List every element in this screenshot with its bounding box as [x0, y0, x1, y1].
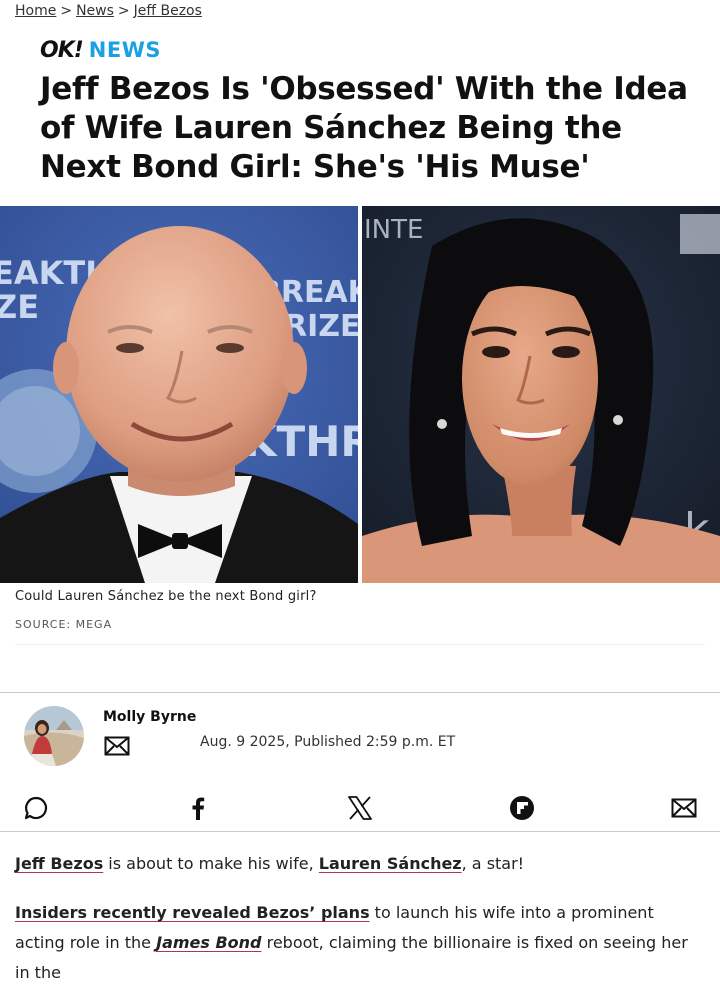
ok-logo-text: OK!: [40, 37, 84, 63]
author-name[interactable]: Molly Byrne: [103, 709, 196, 725]
lauren-sanchez-photo: INTE k: [362, 206, 720, 583]
insiders-revealed-link[interactable]: Insiders recently revealed Bezos’ plans: [15, 903, 370, 922]
jeff-bezos-link[interactable]: Jeff Bezos: [15, 854, 103, 873]
photo-caption: Could Lauren Sánchez be the next Bond gi…: [15, 589, 317, 604]
comment-icon[interactable]: [23, 795, 49, 821]
publish-date: Aug. 9 2025, Published 2:59 p.m. ET: [200, 734, 456, 750]
facebook-icon[interactable]: [185, 795, 211, 821]
divider: [0, 692, 720, 693]
breadcrumb: Home > News > Jeff Bezos: [15, 3, 202, 19]
news-logo-text: NEWS: [88, 38, 162, 62]
ok-news-logo[interactable]: OK! NEWS: [40, 37, 162, 63]
james-bond-link[interactable]: James Bond: [156, 933, 261, 952]
article-headline: Jeff Bezos Is 'Obsessed' With the Idea o…: [40, 71, 688, 185]
backdrop-sign-text: INTE: [364, 215, 423, 245]
jeff-bezos-photo: EAKTH ZE BREAKT PRIZE KTHR: [0, 206, 358, 583]
james-bond-link-text: James Bond: [156, 933, 262, 952]
paragraph-text: , a star!: [461, 854, 525, 873]
paragraph-text: is about to make his wife,: [103, 854, 319, 873]
breadcrumb-home-link[interactable]: Home: [15, 3, 56, 19]
article-paragraph: Insiders recently revealed Bezos’ plans …: [15, 898, 705, 988]
lauren-sanchez-link[interactable]: Lauren Sánchez: [319, 854, 462, 873]
email-icon[interactable]: [671, 795, 697, 821]
breadcrumb-current-link[interactable]: Jeff Bezos: [134, 3, 202, 19]
email-author-icon[interactable]: [104, 736, 130, 760]
backdrop-sign-text: ZE: [0, 288, 39, 326]
x-icon[interactable]: [347, 795, 373, 821]
author-avatar[interactable]: [24, 706, 84, 766]
divider: [15, 644, 705, 645]
breadcrumb-news-link[interactable]: News: [76, 3, 114, 19]
breadcrumb-separator: >: [60, 3, 73, 19]
flipboard-icon[interactable]: [509, 795, 535, 821]
article-paragraph: Jeff Bezos is about to make his wife, La…: [15, 849, 705, 879]
breadcrumb-separator: >: [117, 3, 130, 19]
divider: [0, 831, 720, 832]
photo-source: SOURCE: MEGA: [15, 618, 113, 631]
